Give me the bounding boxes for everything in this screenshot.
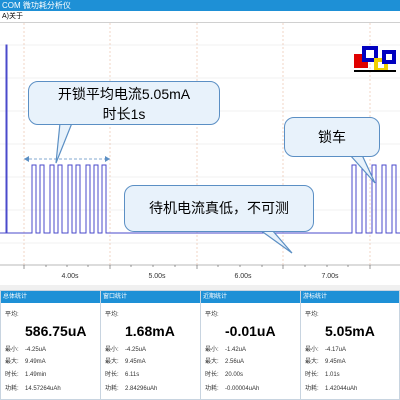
stat-row: 时长: 1.49min [5, 369, 46, 378]
stat-row: 时长: 1.01s [305, 369, 340, 378]
panel-title: 窗口统计 [101, 291, 200, 303]
stat-row: 功耗: 14.57264uAh [5, 383, 61, 392]
avg-label: 平均: [205, 312, 219, 318]
panel-window: 窗口统计 平均: 1.68mA 最小: -4.25uA 最大: 9.45mA 时长:… [100, 290, 201, 400]
callout-unlock-line2: 时长1s [102, 106, 146, 122]
stat-value: -4.17uA [325, 347, 347, 353]
panel-title: 游标统计 [301, 291, 399, 303]
callout-lock-text: 锁车 [318, 129, 346, 145]
stat-value: 1.42044uAh [325, 386, 358, 392]
stat-value: -0.00004uAh [225, 386, 260, 392]
panel-recent: 近期统计 平均: -0.01uA 最小: -1.42uA 最大: 2.56uA 时长… [200, 290, 301, 400]
stat-row: 最小: -4.25uA [5, 344, 46, 353]
stat-value: 1.01s [325, 372, 340, 378]
stat-label: 最大: [105, 359, 119, 365]
stat-value: 6.11s [125, 372, 140, 378]
menu-about[interactable]: A)关于 [2, 13, 23, 20]
stat-row: 最小: -4.17uA [305, 344, 346, 353]
stat-label: 最小: [5, 347, 19, 353]
title-bar: COM 微功耗分析仪 [0, 0, 400, 11]
stat-row: 最大: 2.56uA [205, 356, 244, 365]
stat-row: 功耗: -0.00004uAh [205, 383, 259, 392]
stat-row: 功耗: 1.42044uAh [305, 383, 357, 392]
stat-value: 9.45mA [125, 359, 146, 365]
stat-label: 最小: [205, 347, 219, 353]
stat-value: -4.25uA [125, 347, 147, 353]
brand-logo [354, 46, 396, 72]
stat-row: 最大: 9.45mA [305, 356, 346, 365]
avg-value: 1.68mA [125, 323, 175, 339]
stat-label: 最大: [205, 359, 219, 365]
stat-row: 最小: -4.25uA [105, 344, 146, 353]
x-tick-label: 6.00s [234, 273, 252, 280]
waveform-chart[interactable]: 4.00s 5.00s 6.00s 7.00s 开锁平均电流5.05mA 时长1… [0, 23, 400, 285]
stat-label: 功耗: [305, 386, 319, 392]
stat-label: 功耗: [205, 386, 219, 392]
stat-row: 时长: 20.00s [205, 369, 243, 378]
stat-value: -4.25uA [25, 347, 47, 353]
menu-bar: A)关于 [0, 11, 400, 23]
panel-title: 总体统计 [1, 291, 100, 303]
x-tick-label: 5.00s [148, 273, 166, 280]
callout-unlock: 开锁平均电流5.05mA 时长1s [28, 81, 220, 125]
avg-value: 5.05mA [325, 323, 375, 339]
stat-row: 最大: 9.45mA [105, 356, 146, 365]
panel-title: 近期统计 [201, 291, 300, 303]
stat-value: 2.84296uAh [125, 386, 158, 392]
callout-standby: 待机电流真低，不可测 [124, 185, 314, 232]
x-tick-label: 7.00s [321, 273, 339, 280]
arrow-right-icon [105, 156, 110, 162]
stat-label: 功耗: [5, 386, 19, 392]
stats-panels: 总体统计 平均: 586.75uA 最小: -4.25uA 最大: 9.49mA 时… [0, 290, 400, 400]
panel-overall: 总体统计 平均: 586.75uA 最小: -4.25uA 最大: 9.49mA 时… [0, 290, 101, 400]
callout-tail [55, 122, 73, 164]
stat-label: 最大: [5, 359, 19, 365]
callout-lock: 锁车 [284, 117, 380, 157]
stat-value: 2.56uA [225, 359, 245, 365]
arrow-left-icon [24, 156, 29, 162]
stat-row: 功耗: 2.84296uAh [105, 383, 157, 392]
callout-standby-text: 待机电流真低，不可测 [149, 200, 289, 216]
avg-label: 平均: [5, 312, 19, 318]
stat-label: 时长: [105, 372, 119, 378]
stat-value: 20.00s [225, 372, 244, 378]
stat-row: 最小: -1.42uA [205, 344, 246, 353]
stat-label: 最大: [305, 359, 319, 365]
stat-label: 最小: [305, 347, 319, 353]
stat-label: 时长: [205, 372, 219, 378]
stat-value: 9.45mA [325, 359, 346, 365]
stat-value: 1.49min [25, 372, 47, 378]
avg-value: -0.01uA [225, 323, 276, 339]
stat-label: 时长: [5, 372, 19, 378]
stat-label: 时长: [305, 372, 319, 378]
window-title: COM 微功耗分析仪 [2, 1, 71, 10]
x-tick-label: 4.00s [61, 273, 79, 280]
avg-label: 平均: [105, 312, 119, 318]
stat-row: 最大: 9.49mA [5, 356, 46, 365]
panel-cursor: 游标统计 平均: 5.05mA 最小: -4.17uA 最大: 9.45mA 时长:… [300, 290, 400, 400]
x-minor-ticks [23, 265, 371, 269]
avg-value: 586.75uA [25, 323, 87, 339]
callout-unlock-line1: 开锁平均电流5.05mA [57, 86, 191, 102]
stat-value: -1.42uA [225, 347, 247, 353]
avg-label: 平均: [305, 312, 319, 318]
stat-row: 时长: 6.11s [105, 369, 139, 378]
stat-value: 9.49mA [25, 359, 46, 365]
stat-label: 功耗: [105, 386, 119, 392]
stat-label: 最小: [105, 347, 119, 353]
stat-value: 14.57264uAh [25, 386, 61, 392]
